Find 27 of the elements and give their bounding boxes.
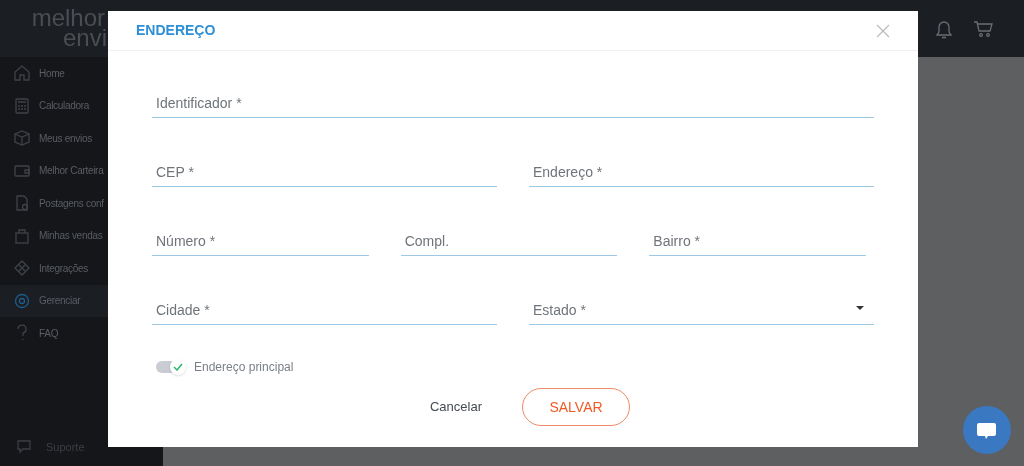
diamond-icon xyxy=(13,259,31,278)
input-field[interactable]: Endereço * xyxy=(529,158,874,187)
close-icon[interactable] xyxy=(876,23,890,38)
gear-icon xyxy=(13,291,31,310)
toggle-label: Endereço principal xyxy=(194,359,294,376)
bag-icon xyxy=(13,226,31,245)
sidebar-item[interactable]: Meus envios xyxy=(0,122,163,155)
input-field[interactable]: Bairro * xyxy=(649,227,866,256)
caret-icon xyxy=(856,306,864,310)
input-field[interactable]: Número * xyxy=(152,227,369,256)
calculator-icon xyxy=(13,96,31,115)
input-field[interactable]: Compl. xyxy=(400,227,618,256)
sidebar-item[interactable]: Home xyxy=(0,57,163,90)
sidebar-item[interactable]: Postagens conf xyxy=(0,187,163,220)
input-field[interactable]: Cidade * xyxy=(152,296,497,325)
box-icon xyxy=(13,129,31,148)
document-icon xyxy=(13,194,31,213)
modal-title: ENDEREÇO xyxy=(136,21,216,40)
home-icon xyxy=(13,64,31,83)
dropdown-field[interactable]: Estado * xyxy=(529,296,874,325)
input-field[interactable]: Identificador * xyxy=(152,89,874,118)
chat-icon[interactable] xyxy=(16,439,34,455)
cancel-button[interactable]: Cancelar xyxy=(426,389,486,425)
check-icon xyxy=(173,363,183,371)
input-field[interactable]: CEP * xyxy=(152,158,497,187)
toggle-switch[interactable] xyxy=(156,359,186,375)
chat-button[interactable] xyxy=(963,406,1011,454)
